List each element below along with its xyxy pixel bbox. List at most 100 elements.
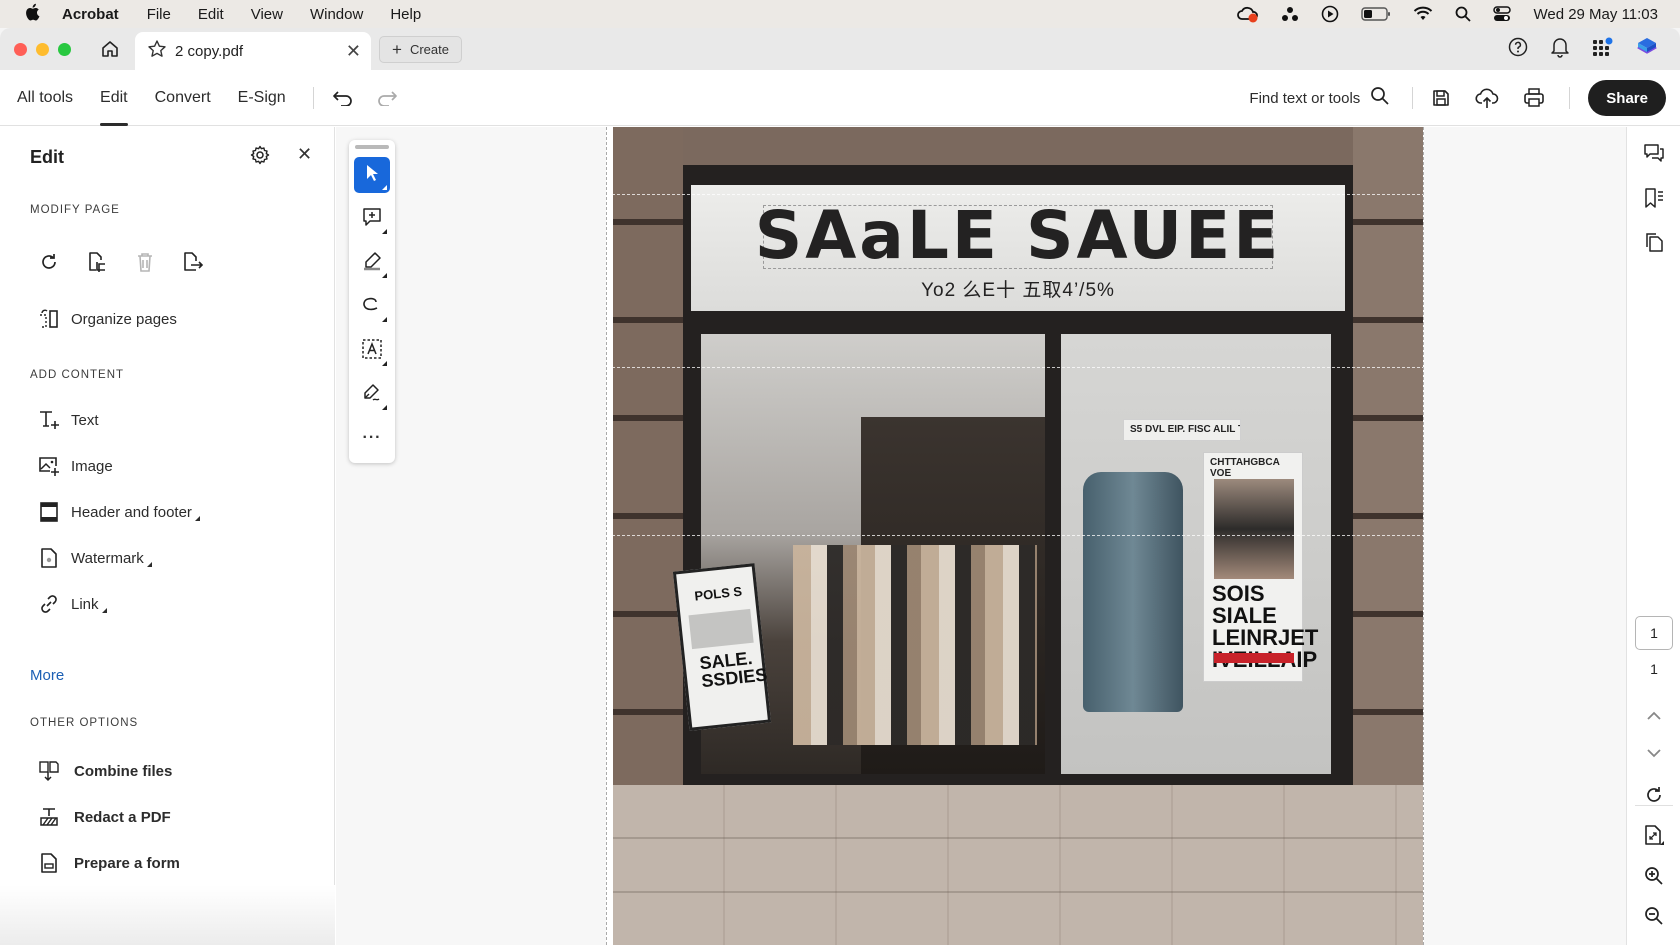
submenu-caret-icon — [101, 607, 107, 613]
text-recognition-tool-button[interactable] — [354, 333, 390, 369]
adobe-account-icon[interactable] — [1636, 36, 1658, 63]
tab-e-sign[interactable]: E-Sign — [238, 70, 286, 126]
section-modify-page: MODIFY PAGE — [30, 204, 120, 216]
comments-icon[interactable] — [1643, 143, 1665, 165]
draw-tool-button[interactable] — [354, 289, 390, 325]
combine-files-item[interactable]: Combine files — [38, 760, 172, 782]
redact-pdf-item[interactable]: Redact a PDF — [38, 806, 171, 828]
share-button[interactable]: Share — [1588, 80, 1666, 116]
control-center-icon[interactable] — [1493, 6, 1512, 22]
next-page-icon[interactable] — [1643, 742, 1665, 764]
current-page-input[interactable]: 1 — [1635, 616, 1673, 650]
creative-cloud-icon[interactable] — [1237, 5, 1259, 23]
sign-tool-button[interactable] — [354, 377, 390, 413]
submenu-caret-icon — [382, 405, 387, 410]
zoom-window-button[interactable] — [58, 42, 71, 56]
battery-icon[interactable] — [1361, 7, 1391, 21]
poster-photo — [1214, 479, 1294, 579]
add-image-item[interactable]: Image — [38, 455, 113, 477]
menu-window[interactable]: Window — [310, 6, 363, 23]
link-item[interactable]: Link — [38, 593, 107, 615]
fit-page-icon[interactable] — [1643, 824, 1665, 846]
shop-sign-subtext: Yo2 么E十 五取4’/5% — [921, 280, 1115, 301]
window-label: S5 DVL EIP. FISC ALIL TE — [1123, 419, 1241, 441]
more-tools-icon[interactable]: ··· — [354, 420, 390, 456]
upload-cloud-icon[interactable] — [1475, 87, 1499, 109]
wifi-icon[interactable] — [1413, 6, 1433, 22]
watermark-item[interactable]: Watermark — [38, 547, 152, 569]
redact-icon — [38, 806, 60, 828]
apple-logo-icon[interactable] — [24, 3, 40, 25]
organize-pages-label: Organize pages — [71, 310, 177, 328]
apps-grid-icon[interactable] — [1592, 37, 1614, 62]
print-icon[interactable] — [1523, 88, 1545, 108]
stone-lintel — [613, 127, 1423, 165]
add-text-item[interactable]: Text — [38, 409, 99, 431]
media-play-icon[interactable] — [1321, 5, 1339, 23]
edit-guide-line — [607, 535, 1423, 536]
menu-app-name[interactable]: Acrobat — [62, 6, 119, 23]
edit-guide-line — [607, 194, 1423, 195]
extract-page-icon[interactable] — [182, 251, 204, 273]
home-icon[interactable] — [99, 38, 121, 60]
panel-bottom-fade — [0, 885, 335, 945]
gear-icon[interactable] — [250, 145, 270, 170]
document-tab[interactable]: 2 copy.pdf ✕ — [135, 32, 371, 70]
submenu-caret-icon — [382, 185, 387, 190]
help-icon[interactable] — [1508, 37, 1528, 62]
menu-help[interactable]: Help — [390, 6, 421, 23]
pdf-page[interactable]: SAaLE SAUEE Yo2 么E十 五取4’/5% S5 DVL EIP. … — [606, 127, 1424, 945]
close-panel-icon[interactable]: ✕ — [297, 144, 312, 165]
delete-page-icon — [134, 251, 156, 273]
menu-file[interactable]: File — [147, 6, 171, 23]
edit-guide-line — [607, 367, 1423, 368]
toolbar-divider — [1412, 87, 1414, 109]
more-link[interactable]: More — [30, 667, 64, 684]
header-footer-icon — [38, 501, 60, 523]
previous-page-icon[interactable] — [1643, 705, 1665, 727]
menu-view[interactable]: View — [251, 6, 283, 23]
toolbar-drag-handle[interactable] — [355, 145, 389, 149]
close-window-button[interactable] — [14, 42, 27, 56]
tab-edit[interactable]: Edit — [100, 70, 128, 126]
zoom-in-icon[interactable] — [1643, 865, 1665, 887]
acrobat-window: 2 copy.pdf ✕ + Create All tools Edit Con… — [0, 28, 1680, 945]
spotlight-search-icon[interactable] — [1455, 6, 1472, 22]
tab-convert[interactable]: Convert — [155, 70, 211, 126]
tab-all-tools[interactable]: All tools — [17, 70, 73, 126]
zoom-out-icon[interactable] — [1643, 905, 1665, 927]
organize-pages-icon — [38, 308, 60, 330]
rotate-icon[interactable] — [38, 251, 60, 273]
menubar-clock[interactable]: Wed 29 May 11:03 — [1533, 6, 1658, 23]
main-toolbar: All tools Edit Convert E-Sign Find text … — [0, 70, 1680, 126]
organize-pages-item[interactable]: Organize pages — [38, 308, 177, 330]
undo-icon[interactable] — [332, 90, 354, 106]
notifications-bell-icon[interactable] — [1550, 36, 1570, 63]
star-icon[interactable] — [147, 39, 167, 63]
rotate-view-icon[interactable] — [1643, 784, 1665, 806]
bookmarks-icon[interactable] — [1643, 187, 1665, 209]
menu-edit[interactable]: Edit — [198, 6, 224, 23]
crop-page-icon[interactable] — [86, 251, 108, 273]
close-tab-icon[interactable]: ✕ — [346, 41, 361, 62]
page-thumbnails-icon[interactable] — [1643, 231, 1665, 253]
redo-icon[interactable] — [376, 90, 398, 106]
highlight-tool-button[interactable] — [354, 245, 390, 281]
freehand-loop-icon — [362, 296, 382, 319]
submenu-caret-icon — [382, 273, 387, 278]
save-icon[interactable] — [1431, 88, 1451, 108]
plus-icon: + — [392, 39, 402, 59]
apps-cluster-icon[interactable] — [1281, 6, 1299, 22]
create-button[interactable]: + Create — [379, 35, 462, 63]
find-text-or-tools[interactable]: Find text or tools — [1249, 86, 1390, 110]
pen-sign-icon — [361, 383, 383, 408]
add-image-icon — [38, 455, 60, 477]
header-footer-item[interactable]: Header and footer — [38, 501, 200, 523]
add-comment-tool-button[interactable] — [354, 201, 390, 237]
section-add-content: ADD CONTENT — [30, 369, 125, 381]
prepare-form-item[interactable]: Prepare a form — [38, 852, 180, 874]
select-tool-button[interactable] — [354, 157, 390, 193]
watermark-icon — [38, 547, 60, 569]
submenu-caret-icon — [194, 515, 200, 521]
minimize-window-button[interactable] — [36, 42, 49, 56]
